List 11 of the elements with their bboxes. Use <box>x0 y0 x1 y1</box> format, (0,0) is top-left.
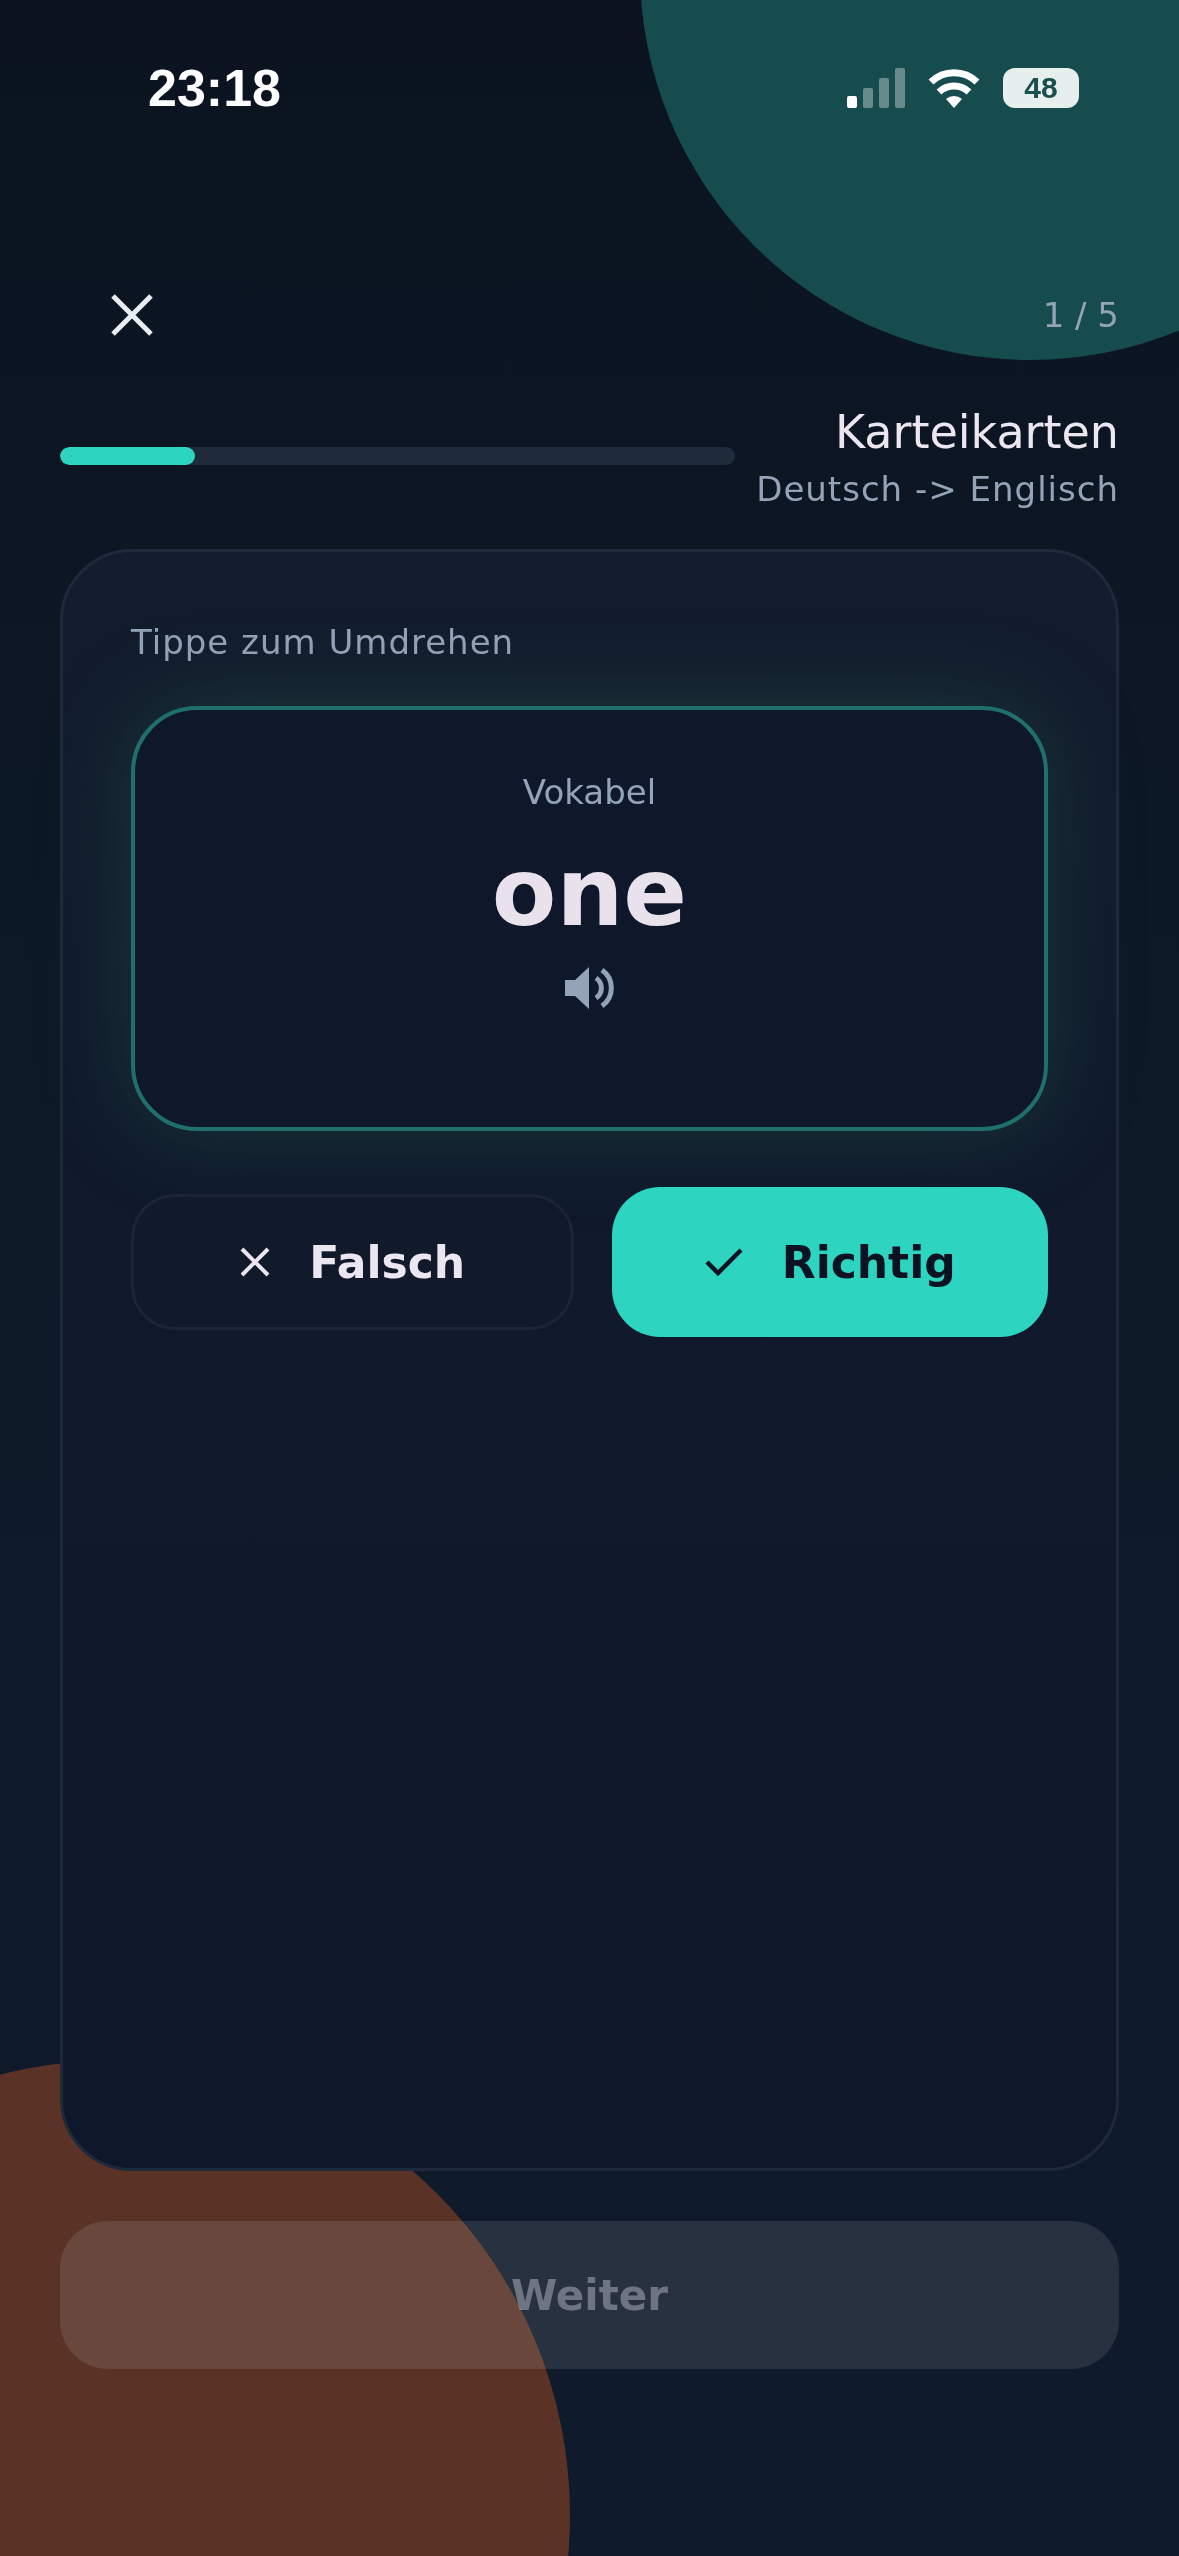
progress-counter: 1 / 5 <box>1042 295 1119 335</box>
vocabulary-word: one <box>491 838 688 947</box>
answer-button[interactable]: Falsch <box>131 1194 574 1330</box>
flashcard[interactable]: Vokabel one <box>131 706 1048 1131</box>
status-time: 23:18 <box>148 57 281 118</box>
answer-button[interactable]: Richtig <box>611 1187 1048 1337</box>
battery-icon: 48 <box>1003 67 1079 108</box>
deck-title: Karteikarten <box>835 405 1119 459</box>
language-direction: Deutsch -> Englisch <box>756 469 1119 509</box>
card-label: Vokabel <box>522 772 657 812</box>
flip-hint: Tippe zum Umdrehen <box>131 622 516 662</box>
